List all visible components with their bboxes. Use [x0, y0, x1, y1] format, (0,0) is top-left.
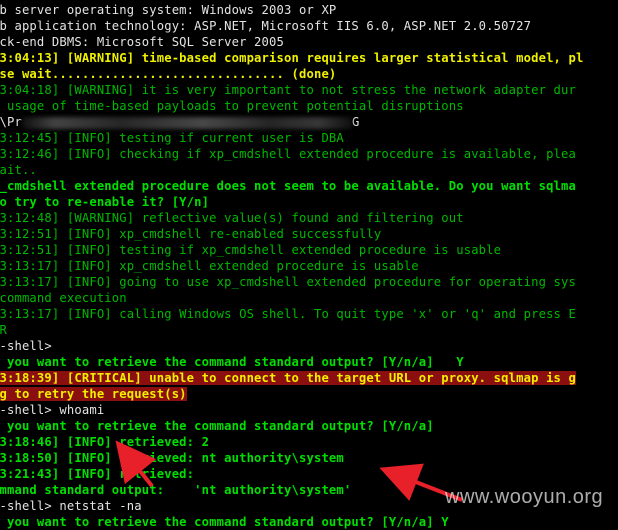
terminal-output[interactable]: eb server operating system: Windows 2003…: [0, 2, 618, 530]
critical-highlight: ng to retry the request(s): [0, 387, 187, 401]
terminal-line: 23:18:39] [CRITICAL] unable to connect t…: [0, 370, 618, 386]
terminal-line: 23:13:17] [INFO] going to use xp_cmdshel…: [0, 275, 577, 289]
terminal-line: 23:13:17] [INFO] calling Windows OS shel…: [0, 307, 577, 321]
redacted-blur: [21, 116, 352, 129]
terminal-line: 23:12:51] [INFO] testing if xp_cmdshell …: [0, 243, 502, 257]
terminal-line: ase wait............................... …: [0, 67, 337, 81]
terminal-line: wait..: [0, 163, 37, 177]
critical-highlight: 23:18:39] [CRITICAL] unable to connect t…: [0, 371, 577, 385]
terminal-line: ack-end DBMS: Microsoft SQL Server 2005: [0, 35, 285, 49]
terminal-line: 23:18:46] [INFO] retrieved: 2: [0, 435, 210, 449]
terminal-line: p_cmdshell extended procedure does not s…: [0, 179, 577, 193]
terminal-line: 23:04:13] [WARNING] time-based compariso…: [0, 51, 584, 65]
terminal-line: 23:12:51] [INFO] xp_cmdshell re-enabled …: [0, 227, 382, 241]
terminal-line: o you want to retrieve the command stand…: [0, 419, 434, 433]
terminal-line: s-shell> whoami: [0, 403, 105, 417]
terminal-line: 23:04:18] [WARNING] it is very important…: [0, 83, 577, 97]
terminal-line: o you want to retrieve the command stand…: [0, 515, 449, 529]
terminal-line: eb server operating system: Windows 2003…: [0, 3, 337, 17]
terminal-line: s-shell>: [0, 339, 52, 353]
terminal-line: command execution: [0, 291, 127, 305]
terminal-line: eb application technology: ASP.NET, Micr…: [0, 19, 532, 33]
path-prefix: :\Pr: [0, 115, 22, 129]
terminal-line: 23:18:50] [INFO] retrieved: nt authority…: [0, 451, 344, 465]
terminal-line: g usage of time-based payloads to preven…: [0, 99, 464, 113]
terminal-line: 23:12:45] [INFO] testing if current user…: [0, 131, 344, 145]
terminal-line: 23:13:17] [INFO] xp_cmdshell extended pr…: [0, 259, 419, 273]
terminal-line: 23:12:46] [INFO] checking if xp_cmdshell…: [0, 147, 577, 161]
terminal-line: ER: [0, 323, 7, 337]
path-suffix: G: [351, 115, 360, 129]
terminal-line: ng to retry the request(s): [0, 386, 618, 402]
terminal-line: 23:21:43] [INFO] retrieved:: [0, 467, 195, 481]
terminal-line: o you want to retrieve the command stand…: [0, 355, 464, 369]
terminal-line: 23:12:48] [WARNING] reflective value(s) …: [0, 211, 464, 225]
terminal-line: :\Pr G: [0, 114, 618, 130]
watermark-text: www.wooyun.org: [445, 486, 604, 508]
terminal-line: to try to re-enable it? [Y/n]: [0, 195, 210, 209]
